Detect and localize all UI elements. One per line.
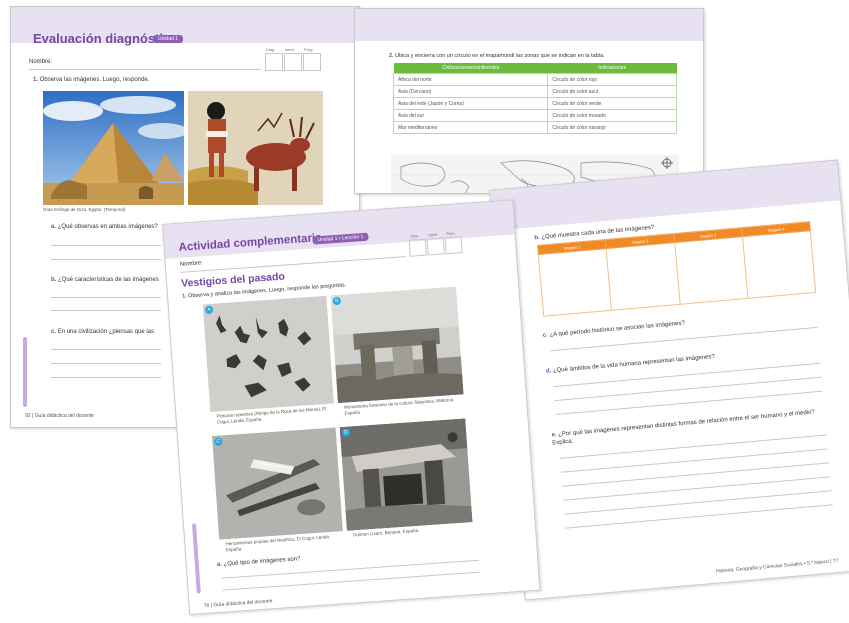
table-cell: Mar mediterráneo xyxy=(392,121,549,134)
table-cell: Círculo de color verde xyxy=(547,97,677,110)
answer-line[interactable] xyxy=(51,245,161,246)
answer-cell[interactable] xyxy=(538,248,612,317)
answer-line[interactable] xyxy=(51,259,161,260)
question-letter: a. xyxy=(216,561,223,568)
answer-line[interactable] xyxy=(563,476,831,501)
question-letter: b. xyxy=(51,277,57,283)
answer-cell[interactable] xyxy=(606,242,680,311)
dolmen-photo xyxy=(339,418,473,531)
question-number: 1. xyxy=(181,293,187,300)
zones-table: Civilizaciones/continentes Indicaciones … xyxy=(392,63,677,134)
footer-text: Historia, Geografía y Ciencias Sociales … xyxy=(715,558,830,575)
table-row: África del norte Círculo de color rojo xyxy=(392,73,677,86)
answer-line[interactable] xyxy=(554,376,822,402)
egyptian-painting-photo xyxy=(188,91,323,205)
eval-box-2[interactable] xyxy=(426,237,445,256)
footer-text: Guía didáctica del docente xyxy=(34,413,94,419)
eval-header-2: Ident. xyxy=(428,231,439,238)
table-row: Asia (Cercano) Círculo de color azul xyxy=(392,85,677,98)
question-text: ¿Qué ámbitos de la vida humana represent… xyxy=(552,353,716,375)
pyramid-photo xyxy=(43,91,184,205)
table-cell: Círculo de color morado xyxy=(547,109,677,122)
eval-box-2[interactable] xyxy=(284,53,302,71)
page-map-activity: 2. Ubica y encierra con un círculo en el… xyxy=(354,8,704,194)
table-row: Mar mediterráneo Círculo de color naranjo xyxy=(392,121,677,134)
answer-line[interactable] xyxy=(51,310,161,311)
unit-tag: Unidad 1 xyxy=(153,35,184,43)
answer-line[interactable] xyxy=(51,297,161,298)
eval-box-1[interactable] xyxy=(408,238,427,257)
megalith-photo xyxy=(330,286,464,404)
name-label: Nombre: xyxy=(179,260,204,268)
answer-line[interactable] xyxy=(560,448,828,473)
side-strip xyxy=(23,337,27,407)
table-cell: Asia (Cercano) xyxy=(392,85,549,98)
table-header: Civilizaciones/continentes xyxy=(393,63,548,74)
photo-caption: Gran Esfinge de Giza, Egipto. (Temporal) xyxy=(43,207,126,212)
answer-line[interactable] xyxy=(562,462,830,487)
question-letter: b. xyxy=(534,234,540,242)
eval-header-3: Pers. xyxy=(446,230,456,237)
answer-line[interactable] xyxy=(51,349,161,350)
page-number: 76 xyxy=(203,602,210,610)
question-letter: c. xyxy=(51,329,57,335)
table-header: Indicaciones xyxy=(547,63,677,74)
table-row: Asia del sur Círculo de color morado xyxy=(392,109,677,122)
question-letter: a. xyxy=(51,224,57,230)
question-text: ¿Qué características de las imágenes xyxy=(58,277,159,283)
name-line[interactable] xyxy=(29,69,261,70)
eval-header-2: Ident. xyxy=(285,47,296,52)
table-row: Asia del este (Japón y Corea) Círculo de … xyxy=(392,97,677,110)
page-header-band xyxy=(355,9,703,41)
footer-text: Guía didáctica del docente xyxy=(213,598,273,609)
question-letter: e. xyxy=(551,432,557,439)
page-number: 77 xyxy=(832,557,839,565)
question-text: ¿A qué período histórico se asocian las … xyxy=(549,320,686,339)
question-text: Observa las imágenes. Luego, responde. xyxy=(39,77,150,83)
table-cell: Círculo de color azul xyxy=(547,85,677,98)
question-number: 1. xyxy=(33,77,39,83)
eval-box-3[interactable] xyxy=(444,236,463,255)
eval-box-1[interactable] xyxy=(265,53,283,71)
answer-cell[interactable] xyxy=(742,230,816,299)
answer-line[interactable] xyxy=(51,363,161,364)
name-label: Nombre: xyxy=(29,59,53,65)
cave-painting-photo xyxy=(202,295,334,413)
question-letter: c. xyxy=(542,332,549,339)
question-text: ¿Qué observas en ambas imágenes? xyxy=(57,224,158,230)
question-letter: d. xyxy=(545,368,552,375)
table-cell: Círculo de color naranjo xyxy=(547,121,677,134)
eval-header-3: Preg. xyxy=(304,47,314,52)
table-cell: Asia del este (Japón y Corea) xyxy=(392,97,549,110)
table-cell: Asia del sur xyxy=(392,109,549,122)
neolithic-tools-photo xyxy=(211,427,343,540)
question-text: ¿Qué tipo de imágenes son? xyxy=(223,556,301,568)
answer-cell[interactable] xyxy=(674,236,748,305)
question-number: 2. xyxy=(389,53,394,59)
side-strip xyxy=(191,523,201,594)
page-actividad-complementaria: Actividad complementaria Unidad 1 • Lecc… xyxy=(162,199,541,616)
question-text: En una civilización ¿piensas que las xyxy=(57,329,155,335)
eval-header-1: Obs. xyxy=(410,233,420,239)
answer-line[interactable] xyxy=(564,490,832,515)
question-text: Ubica y encierra con un círculo en el ma… xyxy=(395,53,605,59)
page-number: 92 xyxy=(25,413,31,419)
spread-scene: Evaluación diagnóstica Unidad 1 Diag. Id… xyxy=(0,0,849,623)
eval-box-3[interactable] xyxy=(303,53,321,71)
question-text: ¿Por qué las imágenes representan distin… xyxy=(552,409,816,447)
answer-line[interactable] xyxy=(565,504,833,529)
page-activity-questions: b. ¿Qué muestra cada una de las imágenes… xyxy=(489,159,849,601)
answer-line[interactable] xyxy=(51,377,161,378)
name-line[interactable] xyxy=(180,256,406,273)
table-cell: África del norte xyxy=(392,73,549,86)
table-cell: Círculo de color rojo xyxy=(547,73,677,86)
eval-header-1: Diag. xyxy=(266,47,276,52)
